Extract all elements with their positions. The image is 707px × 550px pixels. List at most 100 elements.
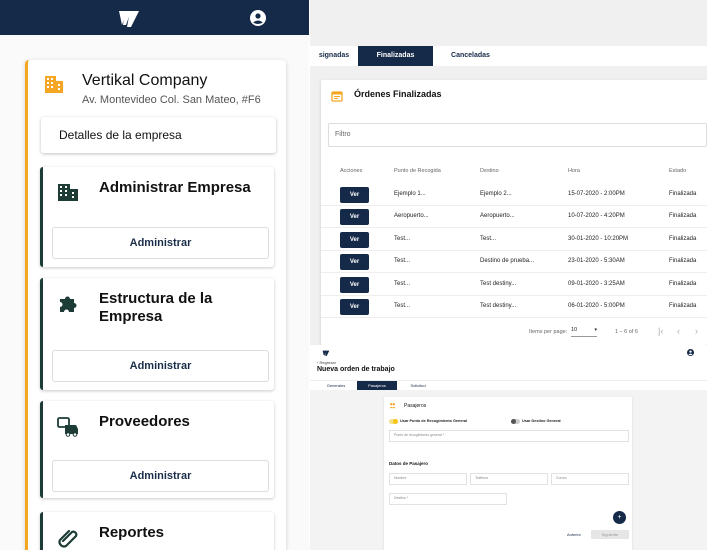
next-button[interactable]: Siguiente xyxy=(591,530,629,539)
pickup-cell: Test... xyxy=(394,236,411,242)
tab-pasajeros[interactable]: Pasajeros xyxy=(357,381,397,390)
destination-cell: Test destiny... xyxy=(480,303,517,309)
status-cell: Finalizada xyxy=(669,191,697,197)
page-range: 1 – 6 of 6 xyxy=(615,329,638,335)
time-cell: 09-01-2020 - 3:25AM xyxy=(568,281,625,287)
ver-button[interactable]: Ver xyxy=(340,299,369,315)
administrar-button[interactable]: Administrar xyxy=(52,350,269,382)
time-cell: 06-01-2020 - 5:00PM xyxy=(568,303,625,309)
column-header: Punto de Recogida xyxy=(394,168,441,174)
tab-asignadas[interactable]: signadas xyxy=(310,46,358,66)
table-row: Ver Ejemplo 1... Ejemplo 2... 15-07-2020… xyxy=(321,184,707,206)
pickup-field[interactable]: Punto de recogimiento general * xyxy=(389,430,629,442)
vehicles-icon xyxy=(57,417,78,437)
tab-solicitud[interactable]: Solicitud xyxy=(398,381,438,390)
tab-finalizadas[interactable]: Finalizadas xyxy=(358,46,433,66)
company-details-button[interactable]: Detalles de la empresa xyxy=(41,117,276,153)
pickup-cell: Aeropuerto... xyxy=(394,213,429,219)
ver-button[interactable]: Ver xyxy=(340,187,369,203)
new-order-tabs: Generales Pasajeros Solicitud xyxy=(310,380,707,390)
ver-button[interactable]: Ver xyxy=(340,277,369,293)
previous-page-icon[interactable]: ‹ xyxy=(677,326,680,336)
administrar-button[interactable]: Administrar xyxy=(52,460,269,492)
name-field[interactable]: Nombre xyxy=(389,473,467,485)
ver-button[interactable]: Ver xyxy=(340,209,369,225)
items-per-page-value: 10 xyxy=(571,327,578,333)
company-app: Vertikal Company Av. Montevideo Col. San… xyxy=(0,0,309,550)
pickup-cell: Test... xyxy=(394,258,411,264)
module-title: Reportes xyxy=(99,524,165,541)
toggle-label: Usar Destino General xyxy=(522,419,561,423)
time-cell: 15-07-2020 - 2:00PM xyxy=(568,191,625,197)
table-row: Ver Test... Test... 30-01-2020 - 10:20PM… xyxy=(321,229,707,251)
people-icon xyxy=(389,403,396,409)
administrar-button[interactable]: Administrar xyxy=(52,227,269,259)
back-label: Regresar xyxy=(319,360,336,365)
module-title: Proveedores xyxy=(99,413,190,430)
filter-input[interactable]: Filtro xyxy=(328,123,707,147)
table-row: Ver Test... Test destiny... 06-01-2020 -… xyxy=(321,296,707,318)
orders-window: signadas Finalizadas Canceladas Órdenes … xyxy=(310,0,707,345)
time-cell: 23-01-2020 - 5:30AM xyxy=(568,258,625,264)
pickup-general-toggle[interactable] xyxy=(389,419,398,424)
tab-generales[interactable]: Generales xyxy=(316,381,356,390)
app-header xyxy=(0,0,309,35)
tab-canceladas[interactable]: Canceladas xyxy=(433,46,508,66)
first-page-icon[interactable]: |‹ xyxy=(658,326,663,336)
building-icon xyxy=(45,76,63,93)
orders-card: Órdenes Finalizadas Filtro Acciones Punt… xyxy=(321,80,707,345)
orders-tabs: signadas Finalizadas Canceladas xyxy=(310,46,707,66)
app-logo-icon[interactable] xyxy=(322,349,330,357)
account-circle-icon[interactable] xyxy=(687,349,694,356)
table-row: Ver Aeropuerto... Aeropuerto... 10-07-20… xyxy=(321,206,707,228)
pickup-cell: Ejemplo 1... xyxy=(394,191,426,197)
account-circle-icon[interactable] xyxy=(250,10,266,26)
status-cell: Finalizada xyxy=(669,303,697,309)
company-address: Av. Montevideo Col. San Mateo, #F6 xyxy=(82,94,261,106)
column-header: Estado xyxy=(669,168,687,174)
column-header: Destino xyxy=(480,168,499,174)
page-title: Nueva orden de trabajo xyxy=(317,366,395,373)
status-cell: Finalizada xyxy=(669,236,697,242)
module-card-reportes: Reportes xyxy=(40,512,274,550)
items-per-page-select[interactable]: 10 ▾ xyxy=(571,327,597,337)
destination-cell: Aeropuerto... xyxy=(480,213,515,219)
module-card-estructura: Estructura de la Empresa Administrar xyxy=(40,278,274,390)
time-cell: 10-07-2020 - 4:20PM xyxy=(568,213,625,219)
company-card: Vertikal Company Av. Montevideo Col. San… xyxy=(25,60,286,550)
status-cell: Finalizada xyxy=(669,258,697,264)
plus-icon: + xyxy=(617,514,622,521)
paperclip-icon xyxy=(58,529,78,548)
column-header: Hora xyxy=(568,168,580,174)
ver-button[interactable]: Ver xyxy=(340,254,369,270)
app-logo-icon[interactable] xyxy=(117,6,141,30)
dropdown-arrow-icon: ▾ xyxy=(594,327,597,333)
module-card-proveedores: Proveedores Administrar xyxy=(40,401,274,498)
destination-general-toggle[interactable] xyxy=(511,419,520,424)
ver-button[interactable]: Ver xyxy=(340,232,369,248)
destination-cell: Test... xyxy=(480,236,497,242)
add-passenger-button[interactable]: + xyxy=(613,511,626,524)
orders-title: Órdenes Finalizadas xyxy=(354,89,442,99)
next-page-icon[interactable]: › xyxy=(695,326,698,336)
back-link[interactable]: ‹ Regresar xyxy=(317,360,336,365)
table-row: Ver Test... Destino de prueba... 23-01-2… xyxy=(321,251,707,273)
column-header: Acciones xyxy=(340,168,363,174)
passenger-heading: Datos de Pasajero xyxy=(389,461,429,466)
destination-cell: Ejemplo 2... xyxy=(480,191,512,197)
pickup-cell: Test... xyxy=(394,303,411,309)
destination-cell: Test destiny... xyxy=(480,281,517,287)
previous-button[interactable]: Anterior xyxy=(559,530,589,539)
puzzle-icon xyxy=(60,296,77,312)
time-cell: 30-01-2020 - 10:20PM xyxy=(568,236,629,242)
calendar-icon xyxy=(331,91,343,102)
module-card-administrar-empresa: Administrar Empresa Administrar xyxy=(40,167,274,267)
status-cell: Finalizada xyxy=(669,213,697,219)
destination-field[interactable]: Destino * xyxy=(389,493,507,505)
destination-cell: Destino de prueba... xyxy=(480,258,535,264)
email-field[interactable]: Correo xyxy=(551,473,629,485)
phone-field[interactable]: Teléfono xyxy=(470,473,548,485)
toggle-label: Usar Punto de Recogimiento General xyxy=(400,419,468,423)
status-cell: Finalizada xyxy=(669,281,697,287)
module-title: Administrar Empresa xyxy=(99,179,251,196)
